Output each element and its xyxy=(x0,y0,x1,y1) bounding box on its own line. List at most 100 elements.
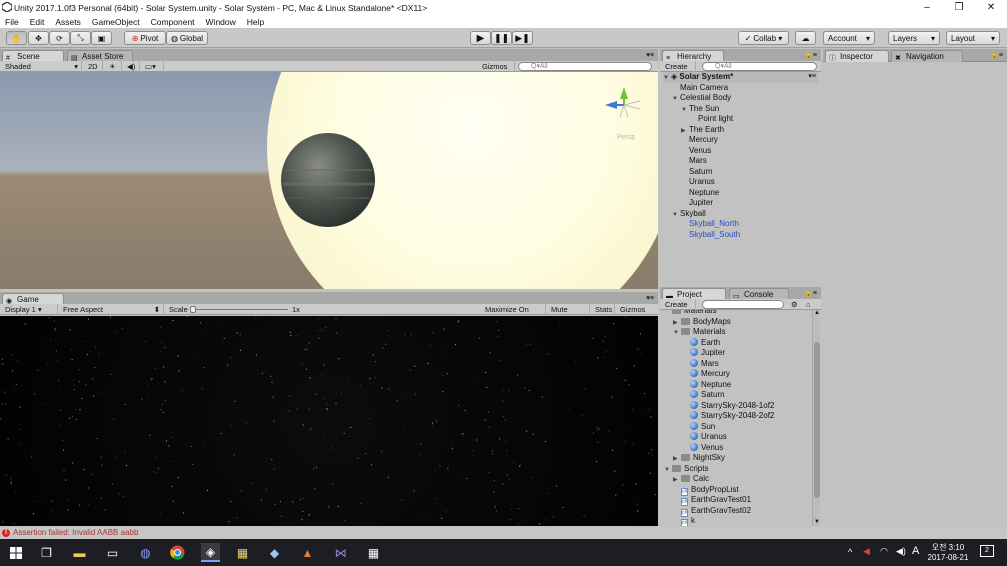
hand-tool-button[interactable]: ✋ xyxy=(6,31,27,45)
shading-dropdown[interactable]: Shaded ▾ xyxy=(2,61,82,72)
menu-window[interactable]: Window xyxy=(201,17,242,27)
scale-thumb[interactable] xyxy=(190,306,196,313)
effects-dropdown[interactable]: ▭▾ xyxy=(142,61,164,72)
project-scrollbar[interactable]: ▲ ▼ xyxy=(812,310,820,526)
project-item[interactable]: ▶ NightSky xyxy=(673,453,725,464)
notes-button[interactable]: ◆ xyxy=(265,543,284,562)
expand-arrow-icon[interactable]: ▼ xyxy=(681,105,689,116)
restore-button[interactable]: ❐ xyxy=(943,0,975,15)
aspect-dropdown[interactable]: Free Aspect ⬍ xyxy=(60,304,164,315)
project-item[interactable]: ▼ Scripts xyxy=(664,464,708,475)
project-search-input[interactable] xyxy=(702,300,784,309)
move-tool-button[interactable]: ✥ xyxy=(28,31,49,45)
scene-gizmos-dropdown[interactable]: Gizmos ▾ xyxy=(479,61,515,82)
image-viewer-button[interactable]: ▦ xyxy=(233,543,252,562)
hierarchy-item[interactable]: Uranus xyxy=(681,177,715,188)
game-view[interactable] xyxy=(0,316,658,526)
volume-icon[interactable]: ◀) xyxy=(896,546,906,557)
pivot-button[interactable]: ⊕ Pivot xyxy=(124,31,166,45)
task-view-button[interactable]: ❐ xyxy=(37,543,56,562)
visual-studio-button[interactable]: ⋈ xyxy=(331,543,350,562)
wifi-icon[interactable]: ◠ xyxy=(880,546,888,557)
rotate-tool-button[interactable]: ⟳ xyxy=(49,31,70,45)
matlab-button[interactable]: ▲ xyxy=(298,543,317,562)
calculator-button[interactable]: ▦ xyxy=(364,543,383,562)
hierarchy-item[interactable]: Neptune xyxy=(681,188,719,199)
menu-gameobject[interactable]: GameObject xyxy=(87,17,146,27)
filter-by-type-button[interactable]: ⚙ xyxy=(788,299,802,310)
file-explorer-button[interactable]: ▬ xyxy=(70,543,89,562)
hierarchy-item[interactable]: Mercury xyxy=(681,135,718,146)
expand-arrow-icon[interactable]: ▼ xyxy=(663,73,671,84)
close-button[interactable]: ✕ xyxy=(975,0,1007,15)
windows-start-button[interactable] xyxy=(6,543,25,562)
hierarchy-item[interactable]: Jupiter xyxy=(681,198,713,209)
menu-help[interactable]: Help xyxy=(242,17,270,27)
tab-navigation[interactable]: ✖ Navigation xyxy=(891,50,963,62)
project-item[interactable]: ▶ Calc xyxy=(673,474,709,485)
project-item[interactable]: ▶ BodyMaps xyxy=(673,317,731,328)
menu-component[interactable]: Component xyxy=(146,17,201,27)
scene-gizmo-icon[interactable] xyxy=(600,85,648,133)
hierarchy-item[interactable]: Point light xyxy=(690,114,733,125)
menu-assets[interactable]: Assets xyxy=(50,17,87,27)
account-dropdown[interactable]: Account ▾ xyxy=(823,31,875,45)
mute-audio-toggle[interactable]: Mute Audio xyxy=(548,304,590,325)
status-bar[interactable]: ! Assertion failed: Invalid AABB aabb xyxy=(0,527,1007,539)
project-item[interactable]: Uranus xyxy=(682,432,727,443)
display-dropdown[interactable]: Display 1 ▾ xyxy=(2,304,58,315)
hierarchy-item[interactable]: Skyball_South xyxy=(681,230,740,241)
hierarchy-item[interactable]: Main Camera xyxy=(672,83,728,94)
menu-file[interactable]: File xyxy=(0,17,25,27)
project-item[interactable]: c# EarthGravTest02 xyxy=(673,506,751,517)
panel-menu-icon[interactable]: ▾≡ xyxy=(646,51,654,59)
step-button[interactable]: ▶❚ xyxy=(512,31,533,45)
terminal-button[interactable]: ▭ xyxy=(103,543,122,562)
scene-view[interactable]: Persp xyxy=(0,72,658,289)
project-item[interactable]: Mercury xyxy=(682,369,730,380)
panel-menu-icon[interactable]: 🔒≡ xyxy=(804,51,817,59)
hierarchy-item[interactable]: ▼ Celestial Body xyxy=(672,93,731,104)
scrollbar-thumb[interactable] xyxy=(814,342,820,498)
tray-overflow-icon[interactable]: ^ xyxy=(848,547,852,557)
scene-search-input[interactable]: Q▾All xyxy=(518,62,652,71)
hierarchy-search-input[interactable]: Q▾All xyxy=(702,62,817,71)
scene-menu-icon[interactable]: ▾≡ xyxy=(808,72,816,83)
expand-arrow-icon[interactable]: ▼ xyxy=(672,210,680,221)
hierarchy-item[interactable]: Venus xyxy=(681,146,711,157)
hierarchy-item[interactable]: Saturn xyxy=(681,167,713,178)
lighting-toggle[interactable]: ☀ xyxy=(106,61,122,72)
scale-slider[interactable]: Scale 1x xyxy=(166,304,306,315)
project-item[interactable]: c# k xyxy=(673,516,695,526)
project-item[interactable]: c# BodyPropList xyxy=(673,485,739,496)
hierarchy-item[interactable]: Skyball_North xyxy=(681,219,739,230)
expand-arrow-icon[interactable]: ▼ xyxy=(672,94,680,105)
layout-dropdown[interactable]: Layout ▾ xyxy=(946,31,1000,45)
scale-tool-button[interactable]: ⤡ xyxy=(70,31,91,45)
rect-tool-button[interactable]: ▣ xyxy=(91,31,112,45)
tab-inspector[interactable]: ⓘ Inspector xyxy=(825,50,889,62)
cloud-button[interactable]: ☁ xyxy=(795,31,816,45)
2d-toggle[interactable]: 2D xyxy=(85,61,103,72)
app-button[interactable]: ◍ xyxy=(136,543,155,562)
project-item[interactable]: StarrySky-2048-1of2 xyxy=(682,400,774,412)
project-item[interactable]: StarrySky-2048-2of2 xyxy=(682,411,774,422)
project-item[interactable]: Sun xyxy=(682,421,715,433)
hierarchy-item[interactable]: ▼ Skyball xyxy=(672,209,706,220)
panel-menu-icon[interactable]: ▾≡ xyxy=(646,294,654,302)
layers-dropdown[interactable]: Layers ▾ xyxy=(888,31,940,45)
project-item[interactable]: Earth xyxy=(682,337,720,349)
maximize-on-play-toggle[interactable]: Maximize On Play xyxy=(482,304,546,325)
expand-arrow-icon[interactable]: ▼ xyxy=(673,328,681,339)
clock[interactable]: 오전 3:10 2017-08-21 xyxy=(926,542,970,562)
game-gizmos-dropdown[interactable]: Gizmos ▾ xyxy=(617,304,654,325)
ime-indicator[interactable]: A xyxy=(912,545,919,557)
project-item[interactable]: ▼ Materials xyxy=(673,327,725,338)
expand-arrow-icon[interactable]: ▼ xyxy=(664,465,672,476)
hierarchy-item[interactable]: ▼ The Sun xyxy=(681,104,719,115)
project-item[interactable]: Mars xyxy=(682,358,719,370)
project-item[interactable]: Jupiter xyxy=(682,348,725,359)
scroll-up-icon[interactable]: ▲ xyxy=(814,310,820,316)
filter-by-label-button[interactable]: ⌂ xyxy=(803,299,817,310)
panel-menu-icon[interactable]: 🔒≡ xyxy=(990,51,1003,59)
